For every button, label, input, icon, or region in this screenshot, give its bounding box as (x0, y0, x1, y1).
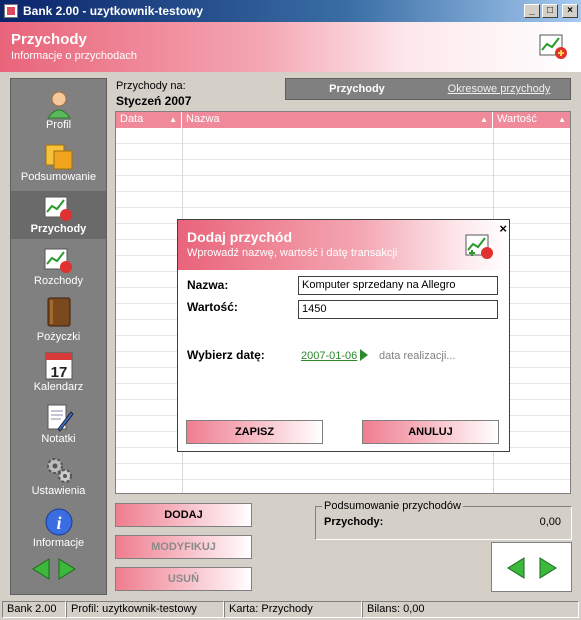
dialog-close-icon[interactable]: × (499, 221, 507, 236)
dialog-subtitle: Wprowadź nazwę, wartość i datę transakcj… (187, 247, 398, 259)
minimize-button[interactable]: _ (524, 4, 540, 18)
sidebar-item-ustawienia[interactable]: Ustawienia (11, 453, 106, 501)
table-header: Data ▲ Nazwa ▲ Wartość ▲ (116, 112, 570, 128)
expense-chart-icon (44, 248, 72, 273)
calendar-day: 17 (51, 364, 68, 381)
summary-label: Przychody: (324, 516, 384, 528)
period-label: Przychody na: (116, 80, 186, 92)
sort-asc-icon: ▲ (558, 115, 566, 124)
sidebar-item-label: Podsumowanie (20, 171, 97, 183)
summary-legend: Podsumowanie przychodów (322, 500, 463, 512)
user-icon (47, 91, 71, 119)
status-profile: Profil: uzytkownik-testowy (66, 601, 224, 618)
summary-value: 0,00 (539, 516, 561, 528)
sidebar: Profil Podsumowanie Przychody Rozchody P… (10, 78, 107, 595)
page-header: Przychody Informacje o przychodach (0, 22, 581, 72)
income-chart-icon (539, 34, 567, 59)
sidebar-item-label: Pożyczki (36, 331, 81, 343)
column-header-wartosc[interactable]: Wartość ▲ (493, 112, 570, 128)
status-balance: Bilans: 0,00 (362, 601, 579, 618)
window-title: Bank 2.00 - uzytkownik-testowy (23, 4, 204, 18)
arrow-right-icon[interactable] (57, 557, 77, 581)
calendar-icon: 17 (45, 352, 73, 381)
sidebar-item-podsumowanie[interactable]: Podsumowanie (11, 139, 106, 187)
period-value: Styczeń 2007 (116, 94, 192, 108)
sidebar-item-label: Profil (45, 119, 72, 131)
status-bar: Bank 2.00 Profil: uzytkownik-testowy Kar… (0, 599, 581, 620)
sidebar-item-label: Kalendarz (33, 381, 84, 393)
maximize-button[interactable]: □ (542, 4, 558, 18)
sort-asc-icon: ▲ (480, 115, 488, 124)
sidebar-item-pozyczki[interactable]: Pożyczki (11, 295, 106, 347)
gears-icon (47, 458, 72, 483)
sidebar-item-notatki[interactable]: Notatki (11, 401, 106, 449)
sidebar-item-label: Ustawienia (31, 485, 86, 497)
tab-przychody[interactable]: Przychody (286, 83, 428, 95)
tab-bar: Przychody Okresowe przychody (285, 78, 571, 100)
tab-okresowe-przychody[interactable]: Okresowe przychody (428, 83, 570, 95)
date-picker-link[interactable]: 2007-01-06 (301, 350, 357, 362)
summary-icon (45, 144, 73, 170)
book-icon (47, 297, 71, 327)
page-subtitle: Informacje o przychodach (11, 50, 137, 62)
dialog-title: Dodaj przychód (187, 229, 293, 245)
modify-button[interactable]: MODYFIKUJ (115, 535, 252, 559)
date-arrow-icon[interactable] (358, 348, 370, 362)
income-summary: Podsumowanie przychodów Przychody: 0,00 (315, 500, 572, 540)
income-chart-icon (44, 196, 72, 221)
column-header-data[interactable]: Data ▲ (116, 112, 182, 128)
cancel-button[interactable]: ANULUJ (362, 420, 499, 444)
add-income-icon (465, 234, 493, 259)
sidebar-item-kalendarz[interactable]: 17 Kalendarz (11, 349, 106, 397)
previous-month-icon[interactable] (506, 556, 526, 580)
date-hint: data realizacji... (379, 350, 456, 362)
sidebar-item-rozchody[interactable]: Rozchody (11, 243, 106, 291)
window-titlebar[interactable]: Bank 2.00 - uzytkownik-testowy _ □ × (0, 0, 581, 22)
sidebar-item-przychody[interactable]: Przychody (11, 191, 106, 239)
dialog-header: Dodaj przychód Wprowadź nazwę, wartość i… (178, 220, 509, 270)
value-field[interactable]: 1450 (298, 300, 498, 319)
svg-text:i: i (56, 513, 61, 533)
sidebar-item-profil[interactable]: Profil (11, 87, 106, 135)
column-header-nazwa[interactable]: Nazwa ▲ (182, 112, 493, 128)
next-month-icon[interactable] (538, 556, 558, 580)
sidebar-arrows (31, 557, 77, 581)
sidebar-item-label: Przychody (30, 223, 87, 235)
save-button[interactable]: ZAPISZ (186, 420, 323, 444)
sort-asc-icon: ▲ (169, 115, 177, 124)
sidebar-item-informacje[interactable]: i Informacje (11, 505, 106, 553)
info-icon: i (45, 508, 73, 536)
close-button[interactable]: × (562, 4, 578, 18)
page-title: Przychody (11, 31, 87, 48)
status-app: Bank 2.00 (2, 601, 66, 618)
delete-button[interactable]: USUŃ (115, 567, 252, 591)
value-label: Wartość: (187, 300, 238, 314)
add-button[interactable]: DODAJ (115, 503, 252, 527)
app-icon (4, 4, 18, 18)
sidebar-item-label: Informacje (32, 537, 85, 549)
sidebar-item-label: Rozchody (34, 275, 83, 287)
add-income-dialog: Dodaj przychód Wprowadź nazwę, wartość i… (177, 219, 510, 452)
date-label: Wybierz datę: (187, 348, 265, 362)
month-navigation (491, 542, 572, 592)
arrow-left-icon[interactable] (31, 557, 51, 581)
name-label: Nazwa: (187, 278, 229, 292)
notes-icon (47, 404, 74, 432)
status-card: Karta: Przychody (224, 601, 362, 618)
sidebar-item-label: Notatki (41, 433, 76, 445)
name-field[interactable]: Komputer sprzedany na Allegro (298, 276, 498, 295)
